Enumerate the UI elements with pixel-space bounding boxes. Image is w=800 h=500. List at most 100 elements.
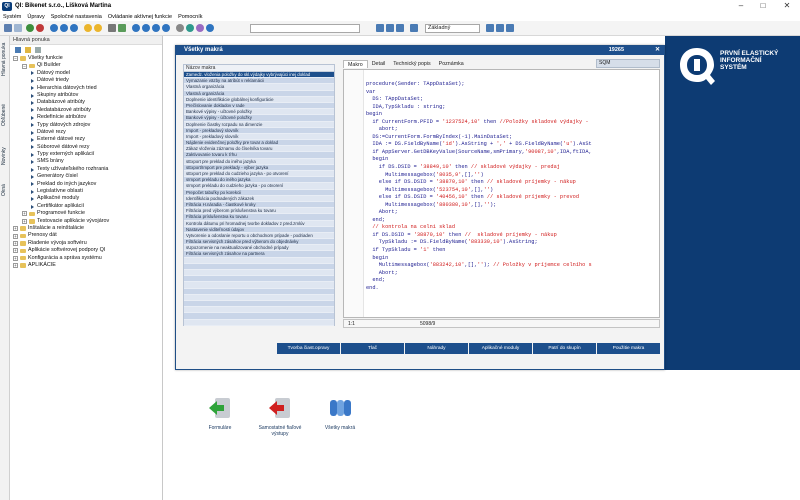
tree-item[interactable]: Databázové atribúty: [10, 99, 162, 106]
search-combo[interactable]: [250, 24, 360, 33]
expand-icon[interactable]: +: [22, 211, 27, 217]
layout-icon[interactable]: [496, 24, 504, 32]
aplikacne-moduly-button[interactable]: Aplikačné moduly: [469, 343, 532, 354]
tlac-button[interactable]: Tlač: [341, 343, 404, 354]
prev-record-icon[interactable]: [142, 24, 150, 32]
tree-item[interactable]: Typy externých aplikácií: [10, 151, 162, 158]
tree-item[interactable]: Legislatívne oblasti: [10, 188, 162, 195]
first-record-icon[interactable]: [132, 24, 140, 32]
tree-item[interactable]: + APLIKÁCIE: [10, 262, 162, 269]
collapse-icon[interactable]: −: [22, 63, 27, 69]
help-icon[interactable]: [206, 24, 214, 32]
last-record-icon[interactable]: [162, 24, 170, 32]
tree-item[interactable]: Texty užívateľského rozhrania: [10, 166, 162, 173]
tree-item[interactable]: Aplikačné moduly: [10, 195, 162, 202]
tree-item-label: Konfigurácia a správa systému: [28, 254, 102, 261]
nahrady-button[interactable]: Náhrady: [405, 343, 468, 354]
tree-item[interactable]: − Všetky funkcie: [10, 55, 162, 62]
lock-icon[interactable]: [410, 24, 418, 32]
save-icon[interactable]: [26, 24, 34, 32]
tree-item[interactable]: − Qi Builder: [10, 62, 162, 69]
expand-icon[interactable]: +: [22, 218, 27, 224]
tree-item[interactable]: + Programové funkcie: [10, 210, 162, 217]
tree-item[interactable]: Súborové dátové rezy: [10, 144, 162, 151]
tree-item[interactable]: + Testovacie aplikácie vývojárov: [10, 218, 162, 225]
tab-hlavna-ponuka[interactable]: Hlavná ponuka: [1, 42, 9, 76]
patri-do-skupin-button[interactable]: Patrí do skupín: [533, 343, 596, 354]
back-icon[interactable]: [50, 24, 58, 32]
tab-okna[interactable]: Okná: [1, 182, 9, 198]
code-editor[interactable]: procedure(Sender: TAppDataSet); var DS: T…: [343, 69, 660, 318]
expand-icon[interactable]: +: [13, 248, 18, 254]
tree-item[interactable]: Typy dátových zdrojov: [10, 122, 162, 129]
tree-item[interactable]: + Riadenie vývoja softvéru: [10, 240, 162, 247]
view-settings-icon[interactable]: [486, 24, 494, 32]
menu-system[interactable]: Systém: [3, 14, 21, 20]
tree-item[interactable]: Preklad do iných jazykov: [10, 181, 162, 188]
tree-item[interactable]: Externé dátové rezy: [10, 136, 162, 143]
tab-novinky[interactable]: Novinky: [1, 144, 9, 168]
expand-icon[interactable]: +: [13, 233, 18, 239]
desktop-icon-vsetky-makra[interactable]: Všetky makrá: [320, 395, 360, 431]
menu-pomocnik[interactable]: Pomocník: [178, 14, 202, 20]
tab-detail[interactable]: Detail: [368, 60, 390, 68]
tree-item[interactable]: + Konfigurácia a správa systému: [10, 255, 162, 262]
tab-makro[interactable]: Makro: [343, 60, 368, 68]
tab-poznamka[interactable]: Poznámka: [435, 60, 468, 68]
expand-icon[interactable]: +: [13, 263, 18, 269]
refresh-icon[interactable]: [70, 24, 78, 32]
expand-icon[interactable]: +: [13, 255, 18, 261]
tree-item[interactable]: Generátory čísiel: [10, 173, 162, 180]
export-icon[interactable]: [118, 24, 126, 32]
tvorba-ciast-opravy-button[interactable]: Tvorba čiast.opravy: [277, 343, 340, 354]
menu-spolocne-nastavenia[interactable]: Spoločné nastavenia: [51, 14, 102, 20]
collapse-icon[interactable]: −: [13, 56, 18, 62]
delete-icon[interactable]: [36, 24, 44, 32]
window-icon[interactable]: [506, 24, 514, 32]
tree-item[interactable]: Dátové triedy: [10, 77, 162, 84]
tree-item[interactable]: + Prenosy dát: [10, 232, 162, 239]
settings-icon[interactable]: [176, 24, 184, 32]
nav-refresh-icon[interactable]: [15, 47, 21, 53]
tree-item[interactable]: Dátový model: [10, 70, 162, 77]
code-text[interactable]: procedure(Sender: TAppDataSet); var DS: T…: [366, 81, 658, 292]
macro-icon[interactable]: [196, 24, 204, 32]
new-icon[interactable]: [4, 24, 12, 32]
find-icon[interactable]: [84, 24, 92, 32]
view-select[interactable]: Základný: [425, 24, 480, 33]
open-icon[interactable]: [14, 24, 22, 32]
tree-item[interactable]: Dátové rezy: [10, 129, 162, 136]
menu-upravy[interactable]: Úpravy: [27, 14, 44, 20]
filter-funnel-icon[interactable]: [376, 24, 384, 32]
expand-icon[interactable]: +: [13, 240, 18, 246]
columns-icon[interactable]: [396, 24, 404, 32]
sort-icon[interactable]: [386, 24, 394, 32]
nav-star-icon[interactable]: [25, 47, 31, 53]
desktop-icon-samostatne-vystupy[interactable]: Samostatné fiaľové výstupy: [256, 395, 304, 437]
macro-list-item[interactable]: [184, 320, 334, 326]
tab-technicky-popis[interactable]: Technický popis: [389, 60, 434, 68]
tab-oblubene[interactable]: Obľúbené: [1, 100, 9, 130]
minimize-icon[interactable]: –: [730, 1, 752, 11]
tree-item[interactable]: Skupiny atribútov: [10, 92, 162, 99]
forward-icon[interactable]: [60, 24, 68, 32]
pouzitie-makra-button[interactable]: Použitie makra: [597, 343, 660, 354]
tree-item[interactable]: + Inštalácie a reinštalácie: [10, 225, 162, 232]
expand-icon[interactable]: +: [13, 226, 18, 232]
tool-icon[interactable]: [186, 24, 194, 32]
desktop-icon-formulare[interactable]: Formuláre: [200, 395, 240, 431]
print-icon[interactable]: [108, 24, 116, 32]
menu-ovladanie-aktivnej-funkcie[interactable]: Ovládanie aktívnej funkcie: [108, 14, 172, 20]
tree-item[interactable]: Nedatabázové atribúty: [10, 107, 162, 114]
macro-window-close-icon[interactable]: ✕: [655, 46, 660, 55]
nav-grid-icon[interactable]: [35, 47, 41, 53]
next-record-icon[interactable]: [152, 24, 160, 32]
tree-item[interactable]: Hierarchia dátových tried: [10, 85, 162, 92]
tree-item[interactable]: Redefinície atribútov: [10, 114, 162, 121]
tree-item[interactable]: Certifikátor aplikácií: [10, 203, 162, 210]
tree-item[interactable]: + Aplikácie softvérovej podpory QI: [10, 247, 162, 254]
maximize-icon[interactable]: □: [752, 1, 774, 11]
filter-icon[interactable]: [94, 24, 102, 32]
close-icon[interactable]: ✕: [776, 1, 798, 11]
tree-item[interactable]: SMS brány: [10, 158, 162, 165]
